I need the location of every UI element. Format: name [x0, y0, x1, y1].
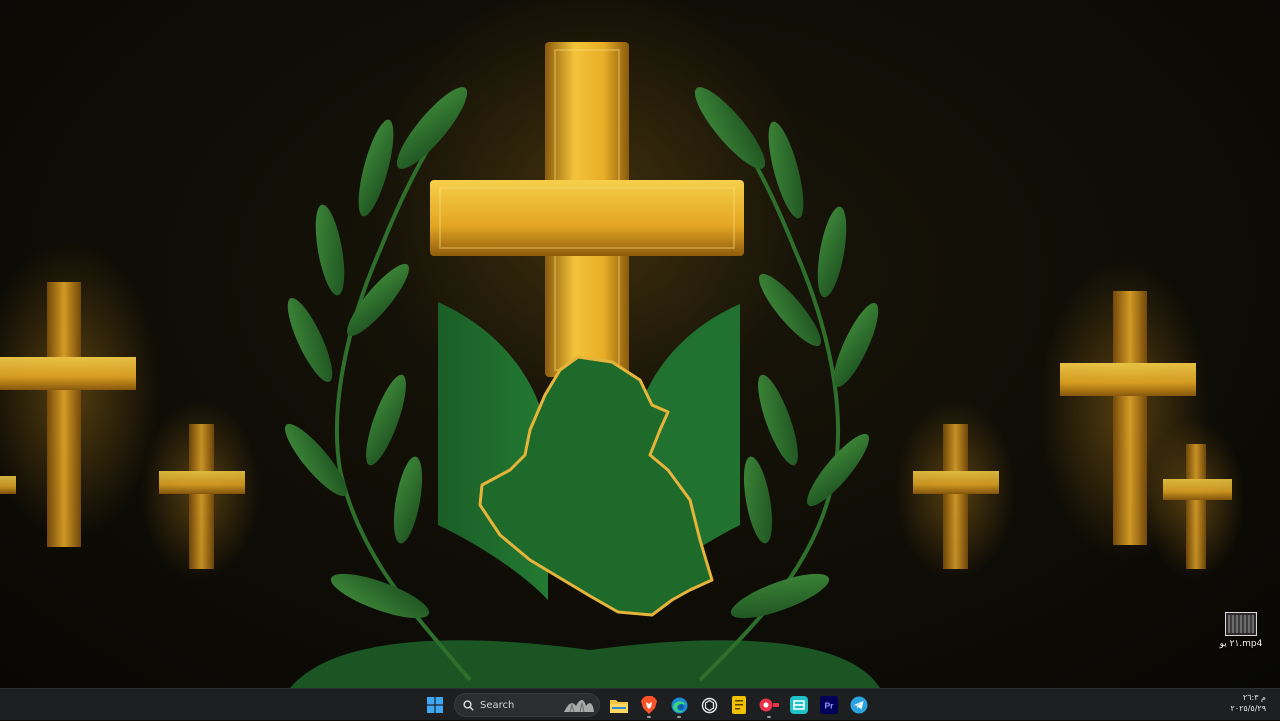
clock-date: ٢٠٢٥/٥/٢٩	[1230, 704, 1266, 713]
taskbar-telegram[interactable]	[846, 692, 872, 718]
desktop-icon-label: ٢١ یو.mp4	[1219, 639, 1263, 649]
taskbar-chatgpt[interactable]	[696, 692, 722, 718]
windows-start-icon	[427, 697, 443, 713]
start-button[interactable]	[422, 692, 448, 718]
taskbar-capcut[interactable]	[786, 692, 812, 718]
taskbar-notes[interactable]	[726, 692, 752, 718]
record-icon	[759, 698, 779, 712]
openai-icon	[701, 697, 717, 713]
brave-lion-icon	[641, 696, 657, 714]
taskbar: Search Pr م ٢٦:٣ ٢٠٢٥/٥/٢٩	[0, 688, 1280, 720]
taskbar-apps: Search Pr	[422, 689, 872, 721]
search-placeholder: Search	[480, 699, 515, 711]
desktop-icon-video-file[interactable]: ٢١ یو.mp4	[1214, 612, 1268, 649]
system-clock[interactable]: م ٢٦:٣ ٢٠٢٥/٥/٢٩	[1231, 692, 1266, 714]
capcut-icon	[790, 696, 808, 714]
video-file-icon	[1225, 612, 1257, 636]
taskbar-premiere-pro[interactable]: Pr	[816, 692, 842, 718]
search-highlight-icon	[564, 700, 594, 713]
taskbar-search[interactable]: Search	[454, 693, 600, 717]
taskbar-screen-recorder[interactable]	[756, 692, 782, 718]
cross-bg-left-partial	[0, 476, 16, 494]
taskbar-brave[interactable]	[636, 692, 662, 718]
taskbar-edge[interactable]	[666, 692, 692, 718]
folder-icon	[610, 699, 628, 713]
taskbar-file-explorer[interactable]	[606, 692, 632, 718]
telegram-icon	[850, 696, 868, 714]
search-icon	[463, 699, 474, 711]
wallpaper	[0, 0, 1245, 688]
desktop: ٢١ یو.mp4	[0, 0, 1280, 688]
edge-icon	[671, 697, 687, 713]
clock-time: م ٢٦:٣	[1242, 693, 1266, 702]
notes-icon	[732, 696, 746, 714]
premiere-pro-letters: Pr	[825, 701, 835, 711]
premiere-pro-icon: Pr	[820, 696, 838, 714]
